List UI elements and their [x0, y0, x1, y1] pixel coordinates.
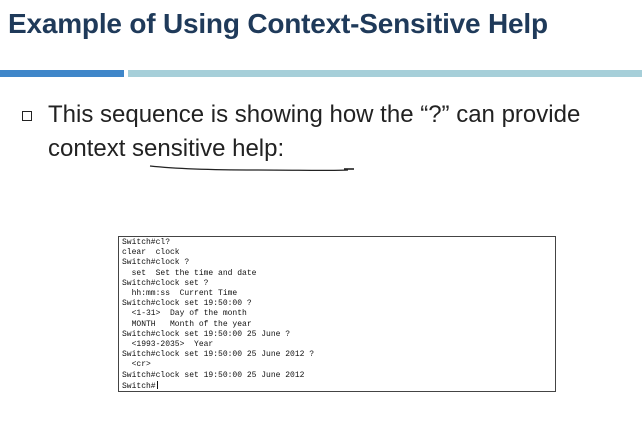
terminal-output: Switch#cl? clear clock Switch#clock ? se…	[118, 236, 556, 392]
terminal-line: Switch#clock set ?	[122, 278, 209, 288]
square-bullet-icon	[22, 111, 32, 121]
terminal-prompt: Switch#	[122, 381, 156, 391]
terminal-line: hh:mm:ss Current Time	[122, 289, 238, 299]
terminal-line: clear clock	[122, 248, 180, 258]
terminal-prompt-line: Switch#	[122, 380, 552, 392]
slide-title: Example of Using Context-Sensitive Help	[8, 8, 548, 39]
terminal-line: Switch#cl?	[122, 238, 171, 247]
terminal-line: <cr>	[122, 360, 151, 370]
terminal-line: <1-31> Day of the month	[122, 309, 247, 319]
handwritten-underline	[149, 165, 354, 172]
terminal-line: <1993-2035> Year	[122, 340, 214, 350]
terminal-line: Switch#clock ?	[122, 258, 190, 268]
terminal-line: set Set the time and date	[122, 268, 257, 278]
terminal-line: Switch#clock set 19:50:00 25 June ?	[122, 329, 291, 339]
terminal-line: Switch#clock set 19:50:00 25 June 2012 ?	[122, 350, 315, 360]
terminal-line: MONTH Month of the year	[122, 319, 252, 329]
terminal-line: Switch#clock set 19:50:00 ?	[122, 299, 252, 309]
title-rule-accent	[0, 70, 124, 77]
bullet-text: This sequence is showing how the “?” can…	[48, 101, 581, 162]
title-rule	[128, 70, 642, 77]
cursor-icon	[156, 380, 158, 389]
terminal-line: Switch#clock set 19:50:00 25 June 2012	[122, 370, 305, 380]
